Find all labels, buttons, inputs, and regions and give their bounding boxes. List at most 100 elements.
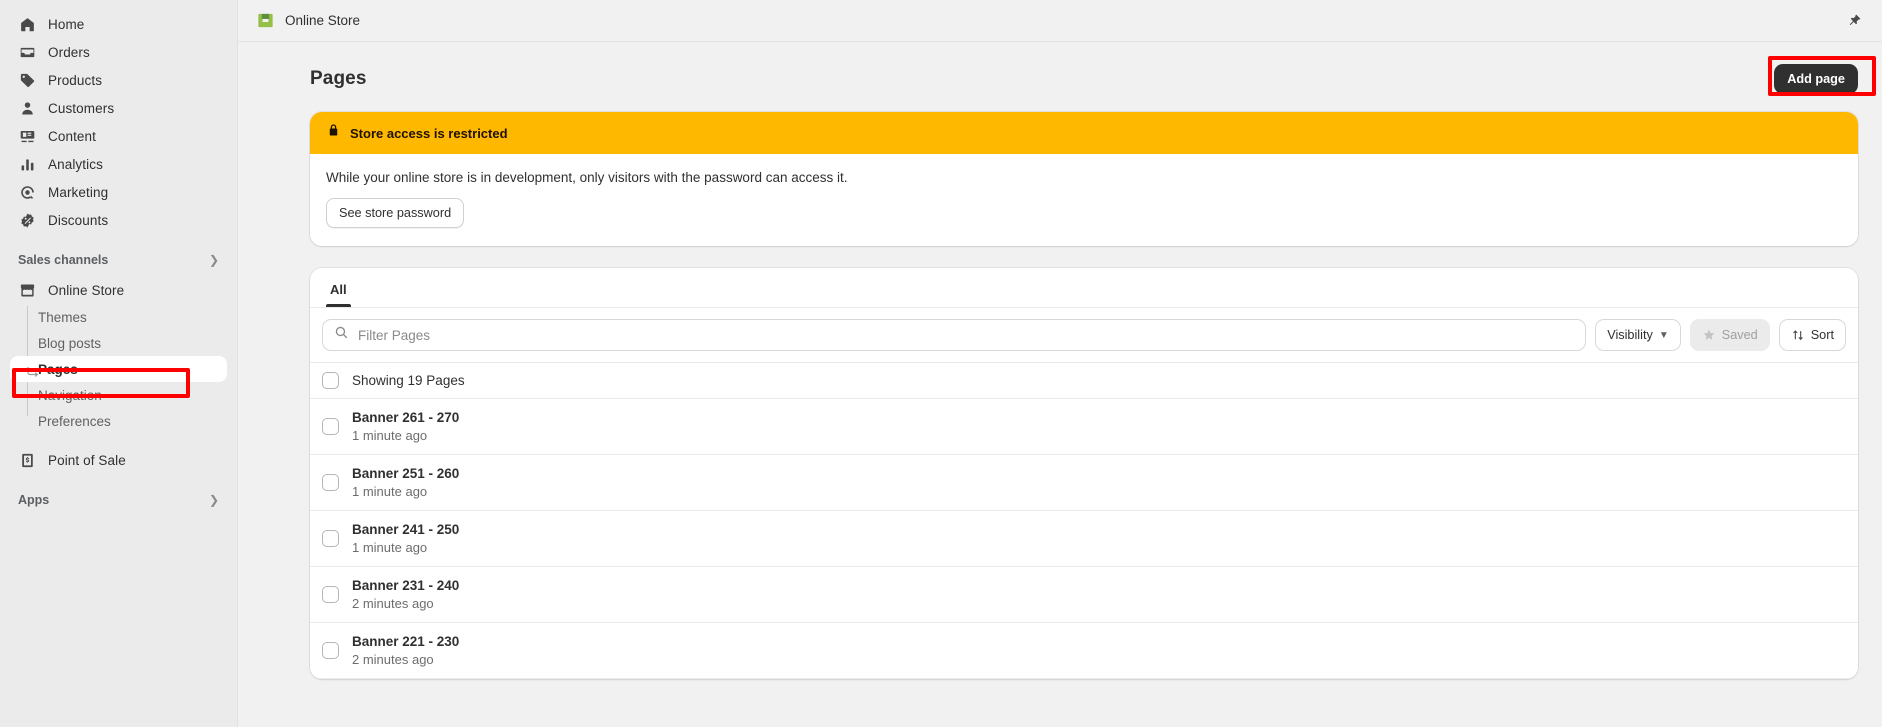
- main-content: Online Store Pages Add page Store access…: [238, 0, 1882, 727]
- showing-count-label: Showing 19 Pages: [352, 373, 465, 388]
- row-checkbox[interactable]: [322, 530, 339, 547]
- banner-title: Store access is restricted: [350, 126, 508, 141]
- sidebar-item-label: Customers: [48, 101, 114, 116]
- sidebar-item-discounts[interactable]: Discounts: [10, 206, 227, 234]
- sidebar-item-label: Preferences: [38, 414, 111, 429]
- sidebar-item-customers[interactable]: Customers: [10, 94, 227, 122]
- table-row[interactable]: Banner 231 - 240 2 minutes ago: [310, 567, 1858, 623]
- table-row[interactable]: Banner 261 - 270 1 minute ago: [310, 399, 1858, 455]
- store-name-label: Online Store: [285, 13, 360, 28]
- page-time-cell: 2 minutes ago: [352, 652, 459, 667]
- sidebar-item-label: Orders: [48, 45, 90, 60]
- saved-button: Saved: [1690, 319, 1770, 351]
- visibility-filter-button[interactable]: Visibility ▼: [1595, 319, 1681, 351]
- select-all-checkbox[interactable]: [322, 372, 339, 389]
- banner-header: Store access is restricted: [310, 112, 1858, 154]
- sidebar-item-content[interactable]: Content: [10, 122, 227, 150]
- table-row[interactable]: Banner 251 - 260 1 minute ago: [310, 455, 1858, 511]
- section-label: Sales channels: [18, 253, 108, 267]
- sidebar-item-orders[interactable]: Orders: [10, 38, 227, 66]
- customers-person-icon: [18, 99, 36, 117]
- section-label: Apps: [18, 493, 49, 507]
- store-access-banner: Store access is restricted While your on…: [310, 112, 1858, 246]
- sidebar-item-label: Online Store: [48, 283, 124, 298]
- sidebar-item-label: Content: [48, 129, 96, 144]
- sidebar-item-label: Navigation: [38, 388, 102, 403]
- sidebar-section-sales-channels[interactable]: Sales channels ❯: [10, 248, 227, 272]
- sidebar: Home Orders Products Customers Content: [0, 0, 238, 727]
- discounts-badge-icon: [18, 211, 36, 229]
- sidebar-item-label: Analytics: [48, 157, 103, 172]
- sidebar-item-online-store[interactable]: Online Store: [10, 276, 227, 304]
- search-input[interactable]: [358, 328, 1574, 343]
- analytics-bars-icon: [18, 155, 36, 173]
- orders-icon: [18, 43, 36, 61]
- lock-icon: [326, 123, 341, 143]
- row-checkbox[interactable]: [322, 642, 339, 659]
- star-icon: [1702, 328, 1716, 342]
- page-title-cell: Banner 241 - 250: [352, 522, 459, 537]
- tab-bar: All: [310, 268, 1858, 308]
- chevron-right-icon: ❯: [209, 254, 219, 266]
- sidebar-item-pages[interactable]: Pages: [10, 356, 227, 382]
- page-title-cell: Banner 261 - 270: [352, 410, 459, 425]
- sort-arrows-icon: [1791, 328, 1805, 342]
- sidebar-item-label: Blog posts: [38, 336, 101, 351]
- sidebar-item-label: Products: [48, 73, 102, 88]
- chevron-down-icon: ▼: [1659, 330, 1669, 341]
- store-switcher[interactable]: Online Store: [256, 11, 360, 30]
- add-page-button[interactable]: Add page: [1774, 64, 1858, 94]
- page-title-cell: Banner 251 - 260: [352, 466, 459, 481]
- saved-label: Saved: [1722, 328, 1758, 342]
- sidebar-item-marketing[interactable]: Marketing: [10, 178, 227, 206]
- sidebar-item-navigation[interactable]: Navigation: [10, 382, 227, 408]
- banner-body: While your online store is in developmen…: [310, 154, 1858, 246]
- sidebar-item-themes[interactable]: Themes: [10, 304, 227, 330]
- sidebar-item-point-of-sale[interactable]: Point of Sale: [10, 446, 227, 474]
- table-row[interactable]: Banner 241 - 250 1 minute ago: [310, 511, 1858, 567]
- marketing-target-icon: [18, 183, 36, 201]
- sidebar-section-apps[interactable]: Apps ❯: [10, 488, 227, 512]
- banner-description: While your online store is in developmen…: [326, 170, 1842, 185]
- sidebar-item-preferences[interactable]: Preferences: [10, 408, 227, 434]
- page-time-cell: 1 minute ago: [352, 428, 459, 443]
- sidebar-item-label: Pages: [38, 362, 78, 377]
- pin-icon[interactable]: [1844, 11, 1864, 31]
- home-icon: [18, 15, 36, 33]
- sidebar-item-home[interactable]: Home: [10, 10, 227, 38]
- row-checkbox[interactable]: [322, 418, 339, 435]
- chevron-right-icon: ❯: [209, 494, 219, 506]
- table-row[interactable]: Banner 221 - 230 2 minutes ago: [310, 623, 1858, 679]
- page-time-cell: 1 minute ago: [352, 484, 459, 499]
- filter-pages-field[interactable]: [322, 319, 1586, 351]
- sidebar-item-products[interactable]: Products: [10, 66, 227, 94]
- shopify-admin-window: Home Orders Products Customers Content: [0, 0, 1882, 727]
- pages-list-card: All Visibility ▼ Save: [310, 268, 1858, 679]
- sidebar-item-blog-posts[interactable]: Blog posts: [10, 330, 227, 356]
- page-title-cell: Banner 221 - 230: [352, 634, 459, 649]
- sidebar-item-label: Themes: [38, 310, 87, 325]
- sort-label: Sort: [1811, 328, 1834, 342]
- top-bar: Online Store: [238, 0, 1882, 42]
- row-checkbox[interactable]: [322, 474, 339, 491]
- see-store-password-button[interactable]: See store password: [326, 198, 464, 228]
- tree-elbow-icon: [27, 364, 39, 374]
- sidebar-item-label: Discounts: [48, 213, 108, 228]
- sidebar-item-analytics[interactable]: Analytics: [10, 150, 227, 178]
- tab-all[interactable]: All: [320, 276, 357, 307]
- storefront-icon: [18, 281, 36, 299]
- visibility-label: Visibility: [1607, 328, 1653, 342]
- sidebar-item-label: Home: [48, 17, 84, 32]
- products-tag-icon: [18, 71, 36, 89]
- sort-button[interactable]: Sort: [1779, 319, 1846, 351]
- search-icon: [334, 325, 349, 345]
- sidebar-item-label: Point of Sale: [48, 453, 126, 468]
- sidebar-item-label: Marketing: [48, 185, 108, 200]
- row-checkbox[interactable]: [322, 586, 339, 603]
- point-of-sale-icon: [18, 451, 36, 469]
- page-time-cell: 2 minutes ago: [352, 596, 459, 611]
- page-content: Pages Add page Store access is restricte…: [238, 42, 1882, 727]
- page-header: Pages Add page: [256, 42, 1870, 112]
- page-title: Pages: [310, 68, 366, 90]
- list-toolbar: Visibility ▼ Saved Sort: [310, 308, 1858, 362]
